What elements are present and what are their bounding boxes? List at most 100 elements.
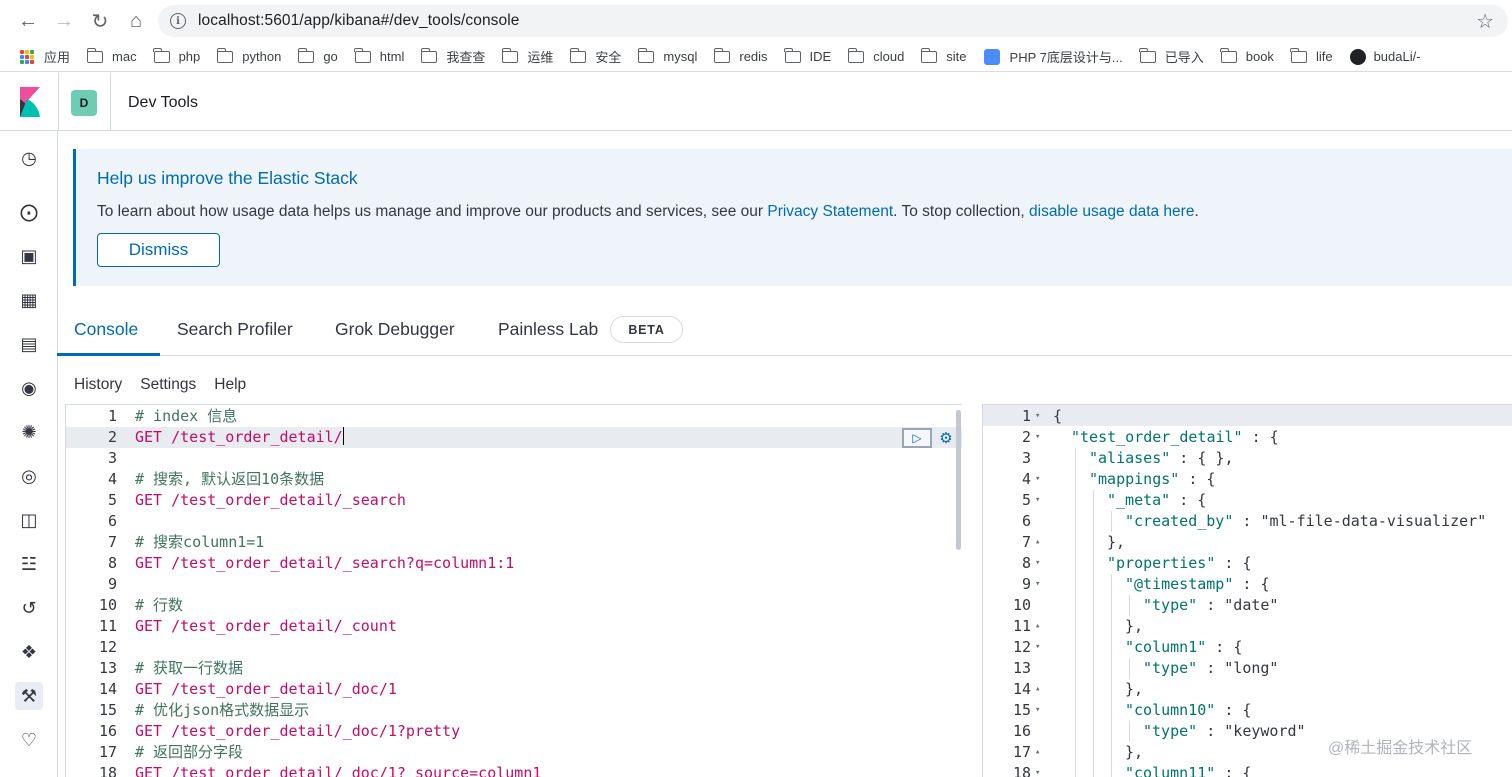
http-method: GET (135, 428, 163, 446)
line-number: 14 (98, 680, 117, 698)
bookmark-item[interactable]: PHP 7底层设计与... (983, 47, 1123, 66)
bookmark-item[interactable]: mysql (637, 47, 697, 64)
editor-line[interactable]: 13 # 获取一行数据 (66, 658, 962, 679)
dismiss-button[interactable]: Dismiss (97, 233, 220, 267)
history-link[interactable]: History (74, 376, 122, 394)
fold-caret-down-icon[interactable]: ▾ (1035, 637, 1047, 658)
bookmark-item[interactable]: site (920, 47, 967, 64)
bookmark-item[interactable]: mac (86, 47, 137, 64)
bookmark-item[interactable]: IDE (784, 47, 831, 64)
indent-guide (1129, 658, 1130, 679)
json-key: "type" (1143, 722, 1198, 740)
infrastructure-icon[interactable]: ◎ (15, 462, 43, 490)
help-link[interactable]: Help (214, 376, 246, 394)
fold-caret-up-icon[interactable]: ▴ (1035, 532, 1047, 553)
fold-caret-up-icon[interactable]: ▴ (1035, 616, 1047, 637)
tab-grok-debugger[interactable]: Grok Debugger (335, 319, 455, 340)
tab-console[interactable]: Console (74, 319, 138, 340)
fold-caret-down-icon[interactable]: ▾ (1035, 574, 1047, 595)
bookmark-item[interactable]: book (1220, 47, 1274, 64)
ml-icon[interactable]: ✺ (15, 418, 43, 446)
logs-icon[interactable]: ◫ (15, 506, 43, 534)
bookmark-item[interactable]: 运维 (501, 47, 553, 66)
maps-icon[interactable]: ◉ (15, 374, 43, 402)
bookmark-label: PHP 7底层设计与... (1009, 50, 1123, 65)
editor-line[interactable]: 18 GET /test_order_detail/_doc/1?_source=… (66, 763, 962, 777)
disable-usage-link[interactable]: disable usage data here (1029, 203, 1194, 220)
fold-caret-up-icon[interactable]: ▴ (1035, 742, 1047, 763)
privacy-statement-link[interactable]: Privacy Statement (767, 203, 893, 220)
tab-search-profiler[interactable]: Search Profiler (177, 319, 293, 340)
bookmark-item[interactable]: python (216, 47, 281, 64)
request-path: /test_order_detail/_search (171, 491, 406, 509)
uptime-icon[interactable]: ↺ (15, 594, 43, 622)
siem-icon[interactable]: ❖ (15, 638, 43, 666)
indent-guide (1093, 721, 1094, 742)
back-arrow-icon[interactable]: ← (10, 3, 46, 39)
bookmark-item[interactable]: php (153, 47, 200, 64)
fold-caret-down-icon[interactable]: ▾ (1035, 700, 1047, 721)
editor-line[interactable]: 9 (66, 574, 962, 595)
fold-caret-down-icon[interactable]: ▾ (1035, 427, 1047, 448)
bookmark-item[interactable]: redis (713, 47, 768, 64)
home-icon[interactable]: ⌂ (118, 3, 154, 39)
editor-line[interactable]: 14 GET /test_order_detail/_doc/1 (66, 679, 962, 700)
output-line: 18 ▾ "column11" : { (983, 763, 1512, 777)
bookmark-item[interactable]: life (1290, 47, 1333, 64)
bookmark-star-icon[interactable]: ☆ (1476, 9, 1494, 34)
bookmark-item[interactable]: go (297, 47, 338, 64)
indent-guide (1075, 532, 1076, 553)
bookmark-item[interactable]: cloud (847, 47, 904, 64)
apm-icon[interactable]: ☳ (15, 550, 43, 578)
github-icon (1349, 48, 1366, 65)
bookmark-item[interactable]: budaLi/- (1349, 48, 1421, 65)
request-editor[interactable]: ▷ ⚙ 1 # index 信息 2 GET /test_order_detail/3… (65, 404, 962, 777)
discover-compass-icon[interactable]: ⨀ (15, 198, 43, 226)
editor-line[interactable]: 10 # 行数 (66, 595, 962, 616)
forward-arrow-icon[interactable]: → (46, 3, 82, 39)
editor-line[interactable]: 8 GET /test_order_detail/_search?q=column… (66, 553, 962, 574)
bookmark-item[interactable]: html (354, 47, 404, 64)
visualize-chart-icon[interactable]: ▣ (15, 242, 43, 270)
recent-clock-icon[interactable]: ◷ (15, 144, 43, 172)
address-bar[interactable]: i localhost:5601/app/kibana#/dev_tools/c… (158, 5, 1508, 37)
fold-caret-up-icon[interactable]: ▴ (1035, 679, 1047, 700)
fold-caret-down-icon[interactable]: ▾ (1035, 469, 1047, 490)
space-avatar[interactable]: D (71, 90, 97, 116)
editor-line[interactable]: 3 (66, 448, 962, 469)
dev-tools-wrench-icon[interactable]: ⚒ (15, 682, 43, 710)
editor-line[interactable]: 11 GET /test_order_detail/_count (66, 616, 962, 637)
canvas-icon[interactable]: ▤ (15, 330, 43, 358)
response-output[interactable]: 1 ▾{2 ▾ "test_order_detail" : {3 "aliases" :… (982, 404, 1512, 777)
site-info-icon[interactable]: i (170, 13, 186, 29)
bookmark-item[interactable]: 应用 (0, 47, 70, 66)
editor-line[interactable]: 12 (66, 637, 962, 658)
fold-caret-down-icon[interactable]: ▾ (1035, 763, 1047, 777)
http-method: GET (135, 554, 163, 572)
bookmark-item[interactable]: 我查查 (420, 47, 485, 66)
kibana-logo-icon[interactable] (18, 87, 42, 117)
bookmark-item[interactable]: 已导入 (1139, 47, 1204, 66)
tab-painless-lab[interactable]: Painless Lab (498, 319, 598, 340)
fold-caret-down-icon[interactable]: ▾ (1035, 406, 1047, 427)
editor-line[interactable]: 5 GET /test_order_detail/_search (66, 490, 962, 511)
editor-line[interactable]: 2 GET /test_order_detail/ (66, 427, 962, 448)
reload-icon[interactable]: ↻ (82, 3, 118, 39)
fold-caret-down-icon[interactable]: ▾ (1035, 490, 1047, 511)
editor-line[interactable]: 6 (66, 511, 962, 532)
monitoring-heartbeat-icon[interactable]: ♡ (15, 726, 43, 754)
fold-caret-down-icon[interactable]: ▾ (1035, 553, 1047, 574)
dashboard-icon[interactable]: ▦ (15, 286, 43, 314)
editor-line[interactable]: 4 # 搜索, 默认返回10条数据 (66, 469, 962, 490)
editor-line[interactable]: 15 # 优化json格式数据显示 (66, 700, 962, 721)
json-key: "column1" (1125, 638, 1207, 656)
editor-line[interactable]: 17 # 返回部分字段 (66, 742, 962, 763)
settings-link[interactable]: Settings (140, 376, 196, 394)
editor-line[interactable]: 16 GET /test_order_detail/_doc/1?pretty (66, 721, 962, 742)
bookmark-item[interactable]: 安全 (569, 47, 621, 66)
editor-line[interactable]: 7 # 搜索column1=1 (66, 532, 962, 553)
editor-line[interactable]: 1 # index 信息 (66, 406, 962, 427)
line-number: 9 (107, 575, 117, 593)
address-url[interactable]: localhost:5601/app/kibana#/dev_tools/con… (198, 12, 520, 30)
editor-scrollbar[interactable] (956, 410, 961, 550)
